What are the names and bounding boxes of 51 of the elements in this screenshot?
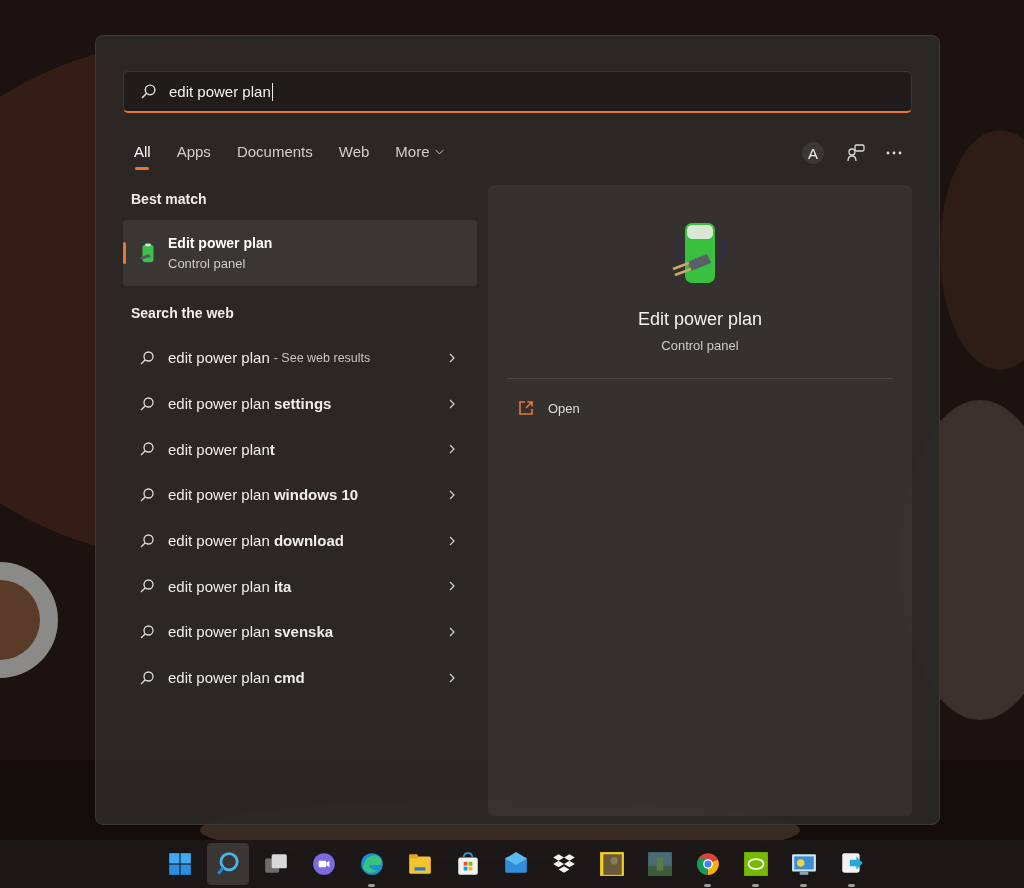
chat-bubbles-icon[interactable] — [846, 143, 866, 163]
chevron-right-icon — [449, 398, 455, 409]
game-art-icon — [599, 851, 625, 877]
account-button[interactable]: A — [802, 142, 824, 164]
search-icon — [139, 669, 155, 686]
web-suggestion[interactable]: edit power plan cmd — [123, 654, 477, 701]
filter-tab[interactable]: Apps — [165, 136, 222, 170]
folder-icon — [407, 851, 433, 877]
chrome-browser-icon — [695, 851, 721, 877]
chevron-right-icon — [449, 535, 455, 546]
chevron-right-icon — [449, 489, 455, 500]
section-heading: Search the web — [131, 305, 235, 321]
chevron-right-icon — [449, 444, 455, 455]
filter-tab[interactable]: All — [123, 136, 162, 170]
search-icon — [215, 851, 241, 877]
web-suggestion[interactable]: edit power plan ita — [123, 563, 477, 610]
search-icon — [140, 83, 157, 100]
search-icon — [139, 532, 155, 549]
windows-logo-icon — [167, 851, 193, 877]
chevron-right-icon — [449, 672, 455, 683]
search-icon — [139, 441, 155, 458]
web-suggestion[interactable]: edit power plan windows 10 — [123, 472, 477, 518]
web-suggestion[interactable]: edit power plan settings — [123, 380, 477, 427]
web-suggestion[interactable]: edit power plan download — [123, 517, 477, 564]
filter-tab[interactable]: More — [384, 136, 455, 170]
detail-title: Edit power plan — [637, 309, 763, 330]
section-heading: Best match — [131, 191, 208, 207]
chevron-right-icon — [449, 581, 455, 592]
filter-tab[interactable]: Documents — [225, 136, 324, 170]
video-chat-icon — [311, 851, 337, 877]
chevron-down-icon — [434, 149, 444, 155]
chevron-right-icon — [449, 352, 455, 363]
store-bag-icon — [455, 851, 481, 877]
web-suggestion[interactable]: edit power plan svenska — [123, 609, 477, 655]
open-action[interactable]: Open — [518, 393, 580, 423]
monitor-icon — [791, 851, 817, 877]
external-link-icon — [518, 400, 534, 416]
chevron-right-icon — [449, 626, 455, 637]
search-icon — [139, 486, 155, 503]
search-icon — [139, 349, 155, 366]
search-field[interactable]: edit power plan — [123, 71, 912, 113]
detail-subtitle: Control panel — [661, 338, 739, 353]
search-icon — [139, 623, 155, 640]
filter-tab[interactable]: Web — [327, 136, 381, 170]
web-suggestion[interactable]: edit power plant — [123, 426, 477, 473]
web-suggestion[interactable]: edit power plan - See web results — [123, 335, 477, 381]
best-match-item[interactable]: Edit power plan Control panel — [123, 220, 477, 286]
search-icon — [139, 395, 155, 412]
search-icon — [139, 578, 155, 595]
browser-icon — [359, 851, 385, 877]
game-art-icon — [647, 851, 673, 877]
